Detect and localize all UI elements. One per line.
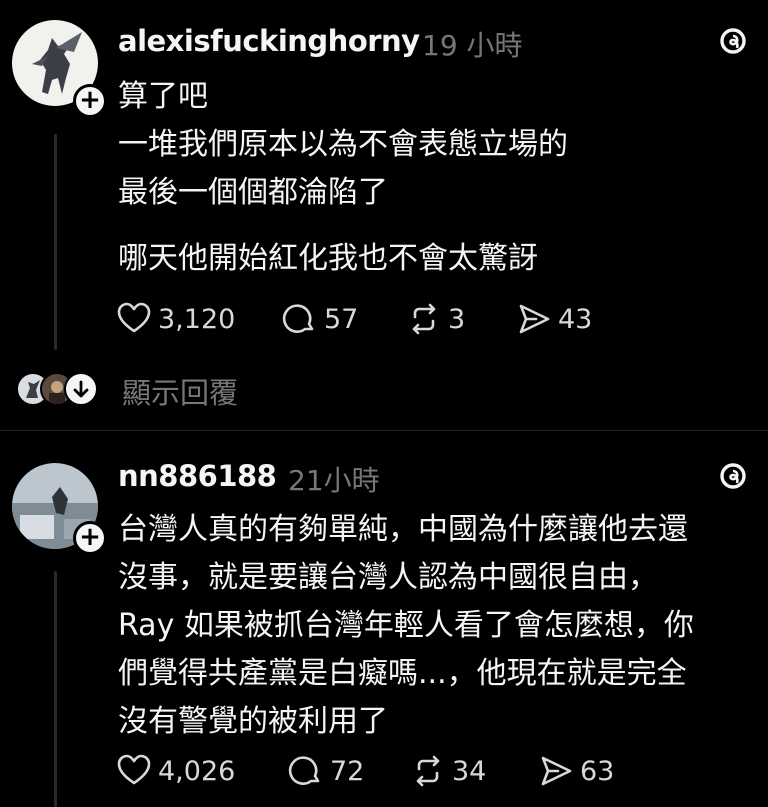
post-text-line: Ray 如果被抓台灣年輕人看了會怎麼想，你 bbox=[118, 608, 694, 643]
threads-logo-icon[interactable] bbox=[718, 461, 748, 491]
post-text-line: 們覺得共產黨是白癡嗎...，他現在就是完全 bbox=[118, 656, 687, 691]
repost-icon bbox=[416, 755, 440, 787]
comment-button[interactable]: 57 bbox=[282, 299, 358, 339]
repost-count: 3 bbox=[448, 303, 466, 335]
threads-logo-icon[interactable] bbox=[718, 26, 748, 56]
expand-replies-icon bbox=[64, 372, 98, 406]
comment-icon bbox=[288, 756, 320, 785]
show-replies-label[interactable]: 顯示回覆 bbox=[122, 370, 238, 412]
post-text-line: 台灣人真的有夠單純，中國為什麼讓他去還 bbox=[118, 512, 688, 547]
share-icon bbox=[541, 756, 572, 786]
comment-icon bbox=[282, 304, 314, 333]
follow-button[interactable]: + bbox=[73, 84, 107, 118]
post-text-line: 沒事，就是要讓台灣人認為中國很自由， bbox=[118, 560, 658, 595]
timestamp: 19 小時 bbox=[422, 29, 523, 62]
show-replies[interactable]: 顯示回覆 bbox=[0, 366, 768, 412]
repost-count: 34 bbox=[452, 755, 487, 787]
post-2: + nn886188 21小時 台灣人真的有夠單純，中國為什麼讓他去還 沒事，就… bbox=[0, 431, 768, 807]
share-button[interactable]: 63 bbox=[538, 751, 614, 791]
post-text-line: 最後一個個都淪陷了 bbox=[118, 175, 388, 210]
repost-icon bbox=[412, 303, 436, 335]
like-button[interactable]: 3,120 bbox=[116, 299, 235, 339]
share-count: 63 bbox=[580, 755, 615, 787]
share-icon bbox=[519, 304, 550, 334]
thread-line bbox=[54, 571, 57, 807]
comment-count: 57 bbox=[324, 303, 359, 335]
post-text-line: 哪天他開始紅化我也不會太驚訝 bbox=[118, 241, 538, 276]
repost-button[interactable]: 34 bbox=[410, 751, 486, 791]
post-text-line: 算了吧 bbox=[118, 79, 208, 114]
comment-count: 72 bbox=[330, 755, 365, 787]
action-bar: 3,120 57 3 43 bbox=[116, 299, 616, 339]
share-button[interactable]: 43 bbox=[516, 299, 592, 339]
repost-button[interactable]: 3 bbox=[406, 299, 465, 339]
post-text-line: 一堆我們原本以為不會表態立場的 bbox=[118, 127, 568, 162]
thread-line bbox=[54, 134, 57, 350]
username[interactable]: nn886188 bbox=[118, 459, 277, 493]
like-count: 3,120 bbox=[158, 303, 236, 335]
timestamp: 21小時 bbox=[288, 464, 380, 497]
post-text-line: 沒有警覺的被利用了 bbox=[118, 704, 388, 739]
share-count: 43 bbox=[558, 303, 593, 335]
action-bar: 4,026 72 34 63 bbox=[116, 751, 636, 791]
follow-button[interactable]: + bbox=[73, 521, 107, 555]
username[interactable]: alexisfuckinghorny bbox=[118, 24, 420, 58]
like-button[interactable]: 4,026 bbox=[116, 751, 235, 791]
heart-icon bbox=[117, 302, 151, 333]
comment-button[interactable]: 72 bbox=[288, 751, 364, 791]
post-1: + alexisfuckinghorny 19 小時 算了吧 一堆我們原本以為不… bbox=[0, 0, 768, 430]
heart-icon bbox=[117, 754, 151, 785]
like-count: 4,026 bbox=[158, 755, 236, 787]
